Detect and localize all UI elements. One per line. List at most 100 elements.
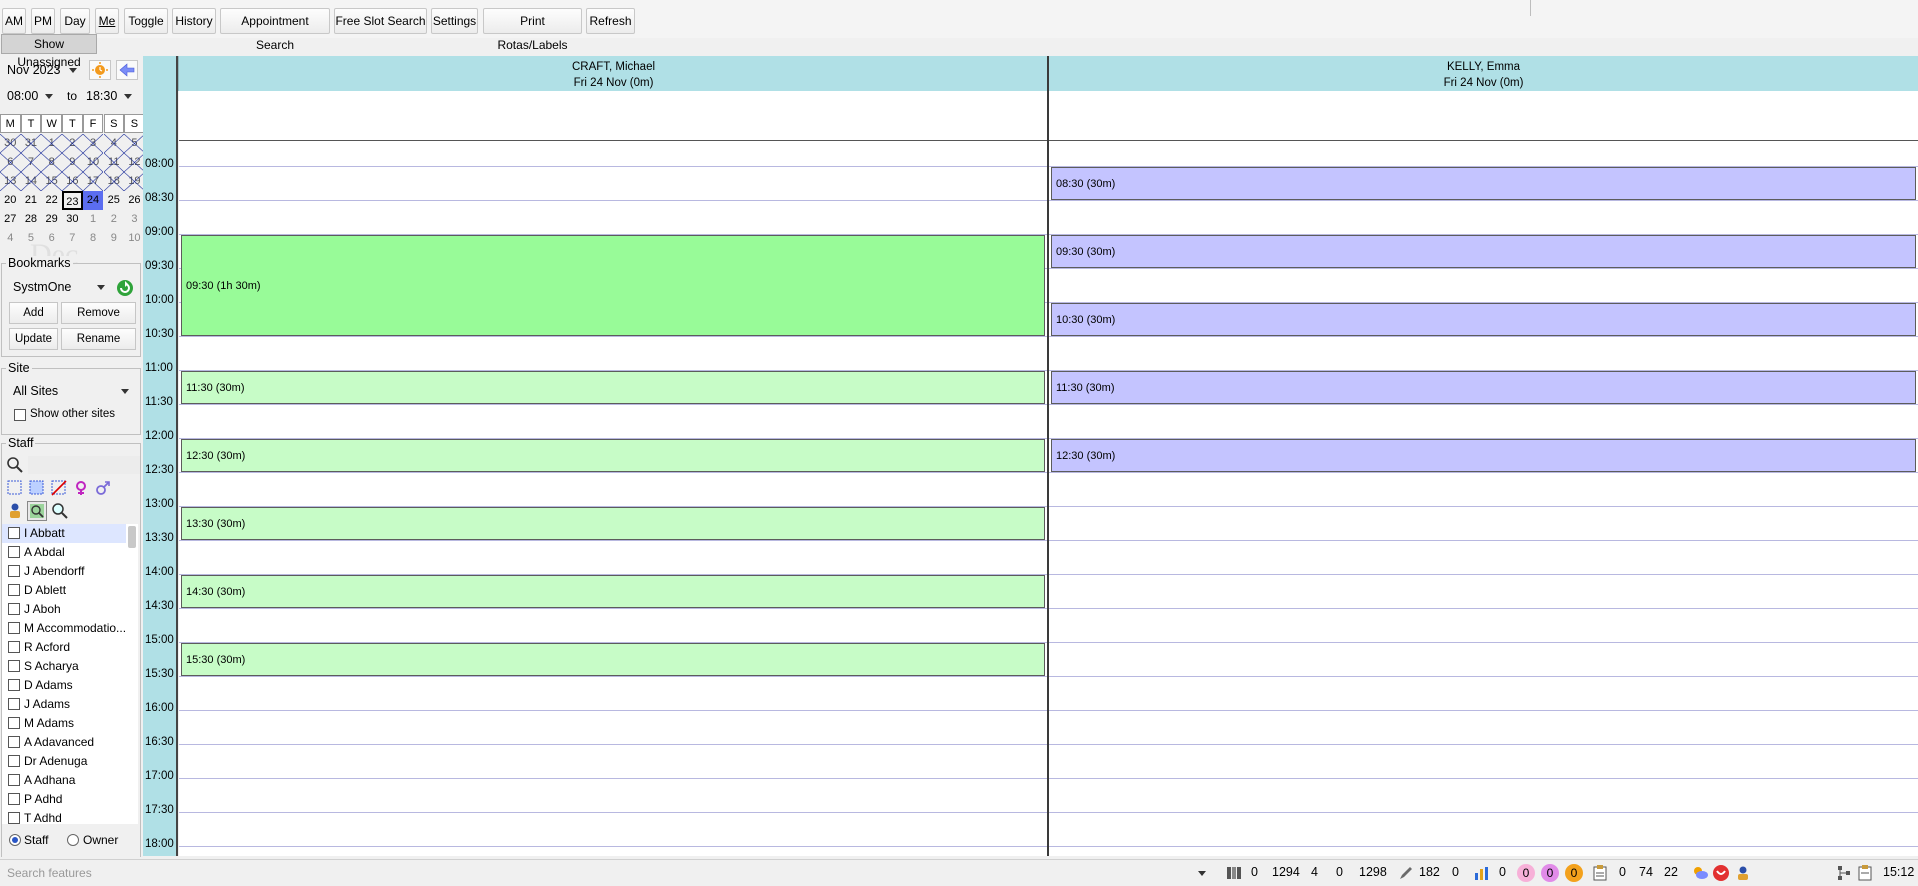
- column-header-craft[interactable]: CRAFT, Michael Fri 24 Nov (0m): [178, 56, 1048, 91]
- calendar-day[interactable]: 1: [41, 134, 62, 153]
- refresh-bookmark-icon[interactable]: [115, 278, 135, 298]
- staff-checkbox[interactable]: [8, 641, 20, 653]
- select-all-icon[interactable]: [7, 480, 23, 496]
- appointment-slot[interactable]: 15:30 (30m): [181, 643, 1045, 676]
- owner-radio[interactable]: [67, 834, 79, 846]
- staff-list-item[interactable]: M Adams: [2, 714, 126, 733]
- add-bookmark-button[interactable]: Add: [9, 302, 58, 324]
- sun-clock-icon[interactable]: [89, 60, 111, 80]
- staff-list-item[interactable]: P Adhd: [2, 790, 126, 809]
- appointment-slot[interactable]: 11:30 (30m): [1051, 371, 1916, 404]
- calendar-day[interactable]: 29: [41, 210, 62, 229]
- calendar-day[interactable]: 3: [82, 134, 104, 153]
- calendar-day[interactable]: 11: [103, 153, 125, 172]
- calendar-day[interactable]: 26: [124, 191, 145, 210]
- calendar-day[interactable]: 2: [104, 210, 125, 229]
- calendar-day[interactable]: 20: [0, 191, 21, 210]
- staff-list-item[interactable]: D Ablett: [2, 581, 126, 600]
- calendar-day[interactable]: 17: [82, 172, 104, 191]
- show-other-sites-checkbox[interactable]: [14, 409, 26, 421]
- column-header-kelly[interactable]: KELLY, Emma Fri 24 Nov (0m): [1048, 56, 1918, 91]
- staff-checkbox[interactable]: [8, 584, 20, 596]
- staff-radio[interactable]: [9, 834, 21, 846]
- time-to-select[interactable]: 18:30: [81, 86, 137, 106]
- staff-list-item[interactable]: S Acharya: [2, 657, 126, 676]
- calendar-day[interactable]: 9: [62, 153, 83, 172]
- staff-checkbox[interactable]: [8, 679, 20, 691]
- staff-list-item[interactable]: J Aboh: [2, 600, 126, 619]
- calendar-day[interactable]: 13: [0, 172, 21, 191]
- bookmark-select[interactable]: SystmOne: [8, 277, 110, 297]
- appointment-slot[interactable]: 09:30 (1h 30m): [181, 235, 1045, 336]
- clear-selection-icon[interactable]: [51, 480, 67, 496]
- magnifier-icon[interactable]: [51, 502, 69, 520]
- appointment-slot[interactable]: 10:30 (30m): [1051, 303, 1916, 336]
- calendar-day[interactable]: 14: [20, 172, 42, 191]
- day-button[interactable]: Day: [60, 8, 90, 34]
- update-bookmark-button[interactable]: Update: [9, 328, 58, 350]
- staff-list-item[interactable]: A Adhana: [2, 771, 126, 790]
- staff-checkbox[interactable]: [8, 736, 20, 748]
- appointment-slot[interactable]: 12:30 (30m): [181, 439, 1045, 472]
- calendar-day[interactable]: 1: [83, 210, 104, 229]
- appointment-search-button[interactable]: Appointment Search: [220, 8, 330, 52]
- appointment-slot[interactable]: 12:30 (30m): [1051, 439, 1916, 472]
- select-filled-icon[interactable]: [29, 480, 45, 496]
- me-button[interactable]: Me: [95, 8, 119, 34]
- staff-checkbox[interactable]: [8, 774, 20, 786]
- site-select[interactable]: All Sites: [8, 381, 134, 401]
- am-button[interactable]: AM: [2, 8, 26, 34]
- staff-search-filter-icon[interactable]: [27, 501, 47, 521]
- pen-icon[interactable]: [1398, 865, 1414, 881]
- staff-list-scrollbar[interactable]: [128, 526, 136, 548]
- print-rotas-labels-button[interactable]: Print Rotas/Labels: [483, 8, 582, 52]
- staff-list-item[interactable]: M Accommodatio...: [2, 619, 126, 638]
- refresh-button[interactable]: Refresh: [586, 8, 635, 34]
- clipboard-icon[interactable]: [1592, 865, 1608, 881]
- calendar-day[interactable]: 28: [21, 210, 42, 229]
- calendar-day[interactable]: 18: [103, 172, 125, 191]
- appointment-slot[interactable]: 08:30 (30m): [1051, 167, 1916, 200]
- remove-bookmark-button[interactable]: Remove: [61, 302, 136, 324]
- calendar-day[interactable]: 3: [124, 210, 145, 229]
- tasks-icon[interactable]: [1226, 865, 1242, 881]
- toggle-button[interactable]: Toggle: [124, 8, 168, 34]
- phone-icon[interactable]: [1713, 865, 1729, 881]
- staff-checkbox[interactable]: [8, 755, 20, 767]
- calendar-day[interactable]: 12: [124, 153, 145, 172]
- staff-list-item[interactable]: J Abendorff: [2, 562, 126, 581]
- calendar-day[interactable]: 8: [83, 229, 104, 248]
- appointment-slot[interactable]: 14:30 (30m): [181, 575, 1045, 608]
- back-arrow-icon[interactable]: [116, 60, 138, 80]
- pm-button[interactable]: PM: [31, 8, 55, 34]
- weather-icon[interactable]: [1692, 865, 1708, 881]
- appointment-slot[interactable]: 13:30 (30m): [181, 507, 1045, 540]
- calendar-day[interactable]: 4: [103, 134, 125, 153]
- male-icon[interactable]: [95, 480, 111, 496]
- staff-checkbox[interactable]: [8, 546, 20, 558]
- notes-icon[interactable]: [1857, 865, 1873, 881]
- staff-checkbox[interactable]: [8, 812, 20, 824]
- calendar-day[interactable]: 10: [82, 153, 104, 172]
- calendar-day[interactable]: 21: [21, 191, 42, 210]
- person-icon[interactable]: [7, 502, 23, 520]
- staff-search-input[interactable]: [28, 456, 140, 474]
- calendar-day[interactable]: 19: [124, 172, 145, 191]
- settings-button[interactable]: Settings: [431, 8, 478, 34]
- calendar-day[interactable]: 6: [41, 229, 62, 248]
- status-badge[interactable]: 0: [1565, 864, 1583, 882]
- show-unassigned-button[interactable]: Show Unassigned: [1, 34, 97, 69]
- calendar-day[interactable]: 27: [0, 210, 21, 229]
- search-icon[interactable]: [6, 456, 24, 474]
- staff-list-item[interactable]: I Abbatt: [2, 524, 126, 543]
- staff-checkbox[interactable]: [8, 622, 20, 634]
- status-badge[interactable]: 0: [1541, 864, 1559, 882]
- rename-bookmark-button[interactable]: Rename: [61, 328, 136, 350]
- calendar-day[interactable]: 4: [0, 229, 21, 248]
- calendar-day[interactable]: 30: [62, 210, 83, 229]
- calendar-day[interactable]: 7: [20, 153, 42, 172]
- calendar-day[interactable]: 5: [124, 134, 145, 153]
- staff-list-item[interactable]: A Adavanced: [2, 733, 126, 752]
- calendar-day[interactable]: 22: [41, 191, 62, 210]
- staff-checkbox[interactable]: [8, 565, 20, 577]
